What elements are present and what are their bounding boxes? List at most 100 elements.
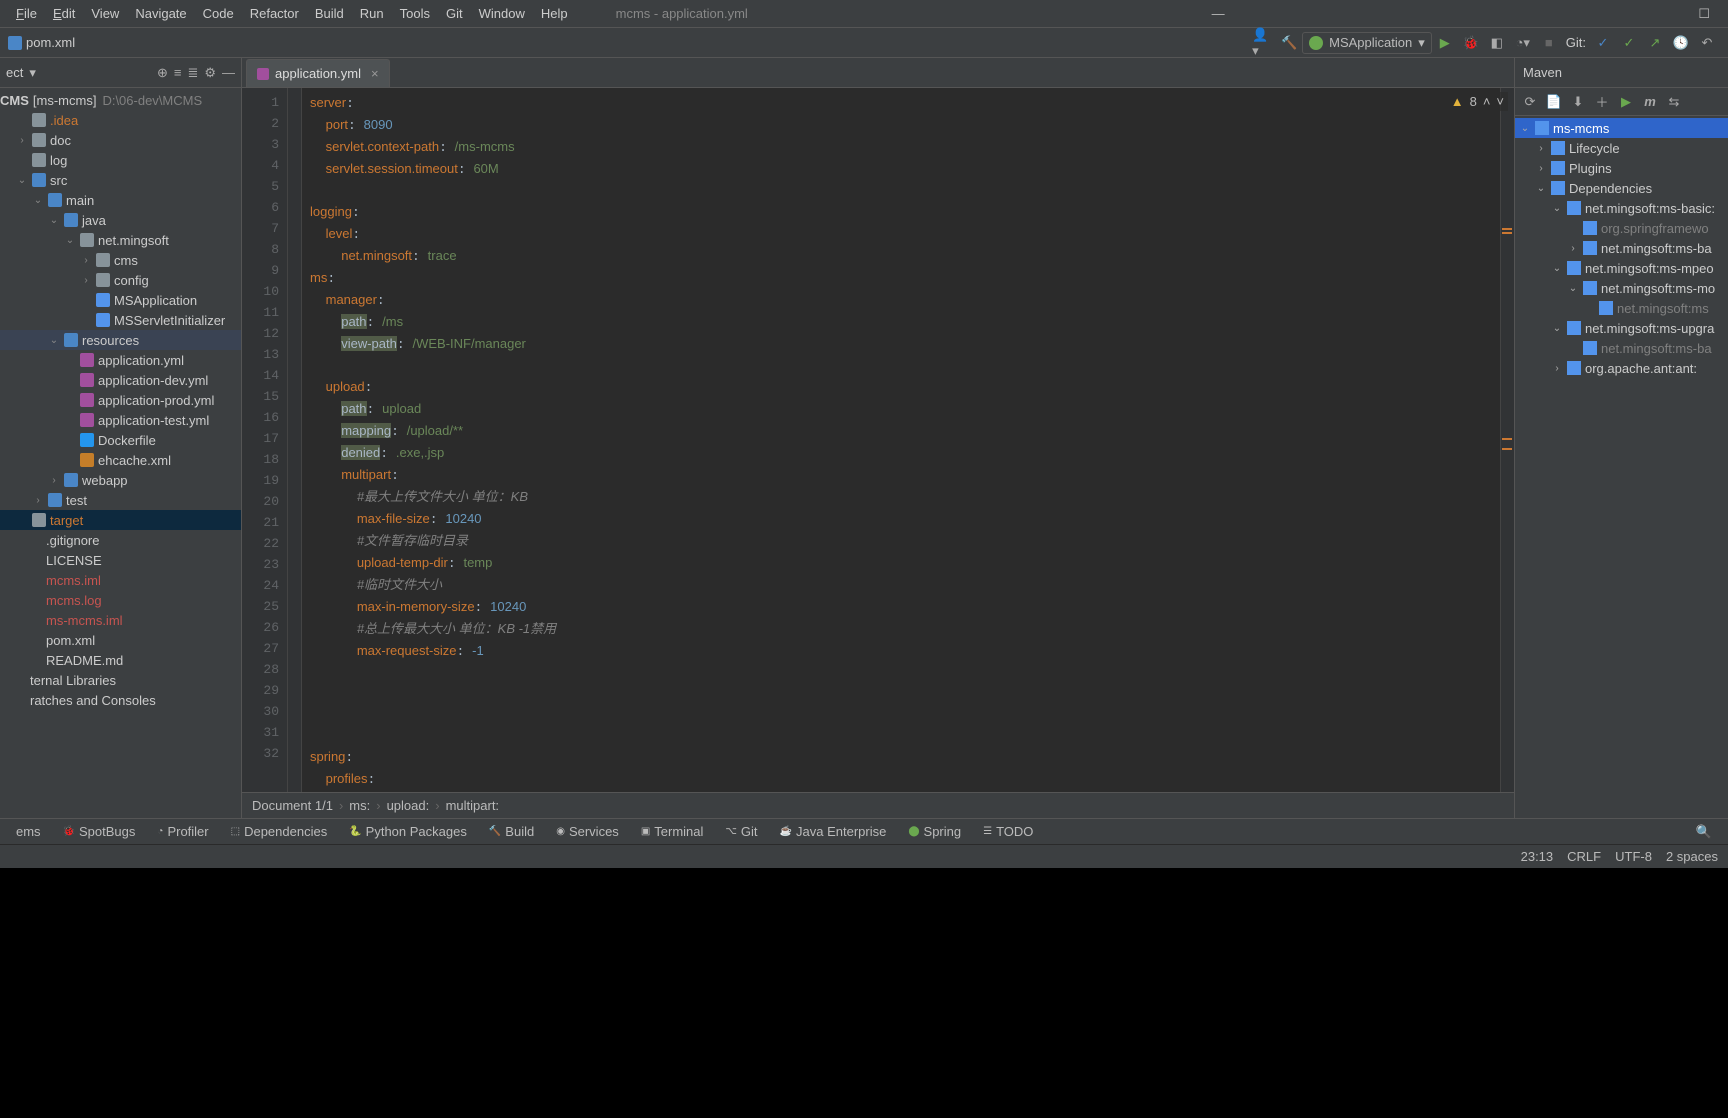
run-icon[interactable]: ▶ xyxy=(1617,94,1635,110)
collapse-all-icon[interactable]: ≣ xyxy=(187,65,198,81)
git-rollback-button[interactable]: ↶ xyxy=(1696,32,1718,54)
breadcrumb[interactable]: pom.xml xyxy=(8,35,75,50)
menu-run[interactable]: Run xyxy=(352,6,392,21)
tree-row[interactable]: ›config xyxy=(0,270,241,290)
stop-button[interactable]: ■ xyxy=(1538,32,1560,54)
tree-row[interactable]: log xyxy=(0,150,241,170)
menu-refactor[interactable]: Refactor xyxy=(242,6,307,21)
inspection-widget[interactable]: ▲ 8 ˄ ˅ xyxy=(1447,92,1508,111)
build-button[interactable]: 🔨 xyxy=(1278,32,1300,54)
git-button[interactable]: ⌥Git xyxy=(715,821,767,843)
tree-row[interactable]: ›doc xyxy=(0,130,241,150)
run-config-selector[interactable]: MSApplication ▾ xyxy=(1302,32,1432,54)
profiler-button[interactable]: ◔Profiler xyxy=(147,821,218,843)
tree-row[interactable]: ⌄resources xyxy=(0,330,241,350)
problems-button[interactable]: ems xyxy=(6,821,51,843)
expand-all-icon[interactable]: ≡ xyxy=(174,65,182,81)
coverage-button[interactable]: ◧ xyxy=(1486,32,1508,54)
caret-position[interactable]: 23:13 xyxy=(1521,849,1554,864)
python-packages-button[interactable]: 🐍Python Packages xyxy=(339,821,477,843)
maven-row[interactable]: ›Plugins xyxy=(1515,158,1728,178)
reload-icon[interactable]: ⟳ xyxy=(1521,94,1539,110)
crumb-upload[interactable]: upload: xyxy=(387,798,430,813)
maven-root[interactable]: ⌄ ms-mcms xyxy=(1515,118,1728,138)
locate-icon[interactable]: ⊕ xyxy=(157,65,168,81)
tree-row[interactable]: application-dev.yml xyxy=(0,370,241,390)
tree-row[interactable]: Dockerfile xyxy=(0,430,241,450)
add-icon[interactable]: ＋ xyxy=(1593,92,1611,111)
tree-row[interactable]: ternal Libraries xyxy=(0,670,241,690)
build-button[interactable]: 🔨Build xyxy=(479,821,544,843)
chevron-up-icon[interactable]: ˄ xyxy=(1483,94,1491,109)
tree-row[interactable]: ›cms xyxy=(0,250,241,270)
indent-config[interactable]: 2 spaces xyxy=(1666,849,1718,864)
minimize-button[interactable]: — xyxy=(1202,6,1235,21)
crumb-multipart[interactable]: multipart: xyxy=(446,798,499,813)
tree-row[interactable]: MSApplication xyxy=(0,290,241,310)
maven-row[interactable]: ›Lifecycle xyxy=(1515,138,1728,158)
tree-row[interactable]: application.yml xyxy=(0,350,241,370)
git-push-button[interactable]: ↗ xyxy=(1644,32,1666,54)
terminal-button[interactable]: ▣Terminal xyxy=(631,821,714,843)
tab-application-yml[interactable]: application.yml × xyxy=(246,59,390,87)
spring-button[interactable]: ⬤Spring xyxy=(898,821,971,843)
maven-row[interactable]: net.mingsoft:ms-ba xyxy=(1515,338,1728,358)
spotbugs-button[interactable]: 🐞SpotBugs xyxy=(53,821,146,843)
tree-row[interactable]: ⌄main xyxy=(0,190,241,210)
tree-row[interactable]: ›webapp xyxy=(0,470,241,490)
maven-row[interactable]: ⌄Dependencies xyxy=(1515,178,1728,198)
maven-row[interactable]: ›org.apache.ant:ant: xyxy=(1515,358,1728,378)
debug-button[interactable]: 🐞 xyxy=(1460,32,1482,54)
hide-icon[interactable]: — xyxy=(222,65,235,81)
menu-view[interactable]: View xyxy=(83,6,127,21)
menu-help[interactable]: Help xyxy=(533,6,576,21)
tree-root[interactable]: CMS [ms-mcms] D:\06-dev\MCMS xyxy=(0,90,241,110)
dependencies-button[interactable]: ⬚Dependencies xyxy=(221,821,338,843)
line-separator[interactable]: CRLF xyxy=(1567,849,1601,864)
chevron-down-icon[interactable]: ▾ xyxy=(29,65,36,81)
git-commit-button[interactable]: ✓ xyxy=(1618,32,1640,54)
tree-row[interactable]: ⌄java xyxy=(0,210,241,230)
code-editor[interactable]: 1234567891011121314151617181920212223242… xyxy=(242,88,1514,792)
tree-row[interactable]: ms-mcms.iml xyxy=(0,610,241,630)
tree-row[interactable]: .idea xyxy=(0,110,241,130)
menu-tools[interactable]: Tools xyxy=(392,6,438,21)
search-icon[interactable]: 🔍 xyxy=(1686,821,1722,843)
menu-git[interactable]: Git xyxy=(438,6,471,21)
close-icon[interactable]: × xyxy=(371,66,379,81)
settings-icon[interactable]: ⚙ xyxy=(204,65,216,81)
todo-button[interactable]: ☰TODO xyxy=(973,821,1043,843)
profile-button[interactable]: ◔▾ xyxy=(1512,32,1534,54)
tree-row[interactable]: ›test xyxy=(0,490,241,510)
javaee-button[interactable]: ☕Java Enterprise xyxy=(770,821,897,843)
tree-row[interactable]: pom.xml xyxy=(0,630,241,650)
git-history-button[interactable]: 🕓 xyxy=(1670,32,1692,54)
maven-row[interactable]: ⌄net.mingsoft:ms-upgra xyxy=(1515,318,1728,338)
tree-row[interactable]: mcms.iml xyxy=(0,570,241,590)
tree-row[interactable]: ⌄net.mingsoft xyxy=(0,230,241,250)
tree-row[interactable]: ⌄src xyxy=(0,170,241,190)
minimap[interactable] xyxy=(1500,88,1514,792)
user-icon[interactable]: 👤▾ xyxy=(1252,32,1274,54)
tree-row[interactable]: .gitignore xyxy=(0,530,241,550)
tree-row[interactable]: application-test.yml xyxy=(0,410,241,430)
code-content[interactable]: server: port: 8090 servlet.context-path:… xyxy=(302,88,1500,792)
tree-row[interactable]: target xyxy=(0,510,241,530)
maven-row[interactable]: ⌄net.mingsoft:ms-mpeo xyxy=(1515,258,1728,278)
chevron-down-icon[interactable]: ˅ xyxy=(1496,94,1504,109)
maven-row[interactable]: ⌄net.mingsoft:ms-mo xyxy=(1515,278,1728,298)
project-view-label[interactable]: ect xyxy=(6,65,23,80)
tree-row[interactable]: application-prod.yml xyxy=(0,390,241,410)
menu-window[interactable]: Window xyxy=(471,6,533,21)
run-button[interactable]: ▶ xyxy=(1434,32,1456,54)
services-button[interactable]: ◉Services xyxy=(546,821,629,843)
maven-icon[interactable]: m xyxy=(1641,94,1659,109)
menu-code[interactable]: Code xyxy=(195,6,242,21)
project-tree[interactable]: CMS [ms-mcms] D:\06-dev\MCMS .idea›doclo… xyxy=(0,88,241,818)
tree-row[interactable]: ehcache.xml xyxy=(0,450,241,470)
menu-edit[interactable]: Edit xyxy=(45,6,83,21)
maven-row[interactable]: ›net.mingsoft:ms-ba xyxy=(1515,238,1728,258)
menu-build[interactable]: Build xyxy=(307,6,352,21)
tree-row[interactable]: ratches and Consoles xyxy=(0,690,241,710)
crumb-ms[interactable]: ms: xyxy=(349,798,370,813)
